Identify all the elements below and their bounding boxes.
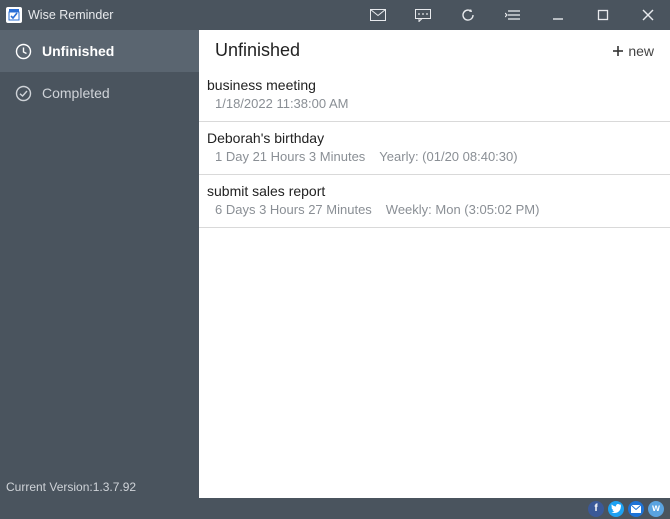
app-icon (6, 7, 22, 23)
mail-icon[interactable] (355, 0, 400, 30)
twitter-icon[interactable] (608, 501, 624, 517)
task-detail: 1/18/2022 11:38:00 AM (207, 96, 654, 111)
new-button-label: new (628, 43, 654, 59)
task-detail: 1 Day 21 Hours 3 MinutesYearly: (01/20 0… (207, 149, 654, 164)
clock-icon (14, 43, 32, 60)
check-circle-icon (14, 85, 32, 102)
wise-icon[interactable]: w (648, 501, 664, 517)
task-title: Deborah's birthday (207, 130, 654, 146)
task-row[interactable]: business meeting 1/18/2022 11:38:00 AM (199, 69, 670, 122)
task-list: business meeting 1/18/2022 11:38:00 AM D… (199, 69, 670, 498)
menu-icon[interactable] (490, 0, 535, 30)
maximize-button[interactable] (580, 0, 625, 30)
sidebar-item-completed[interactable]: Completed (0, 72, 199, 114)
sidebar-item-label: Completed (42, 85, 110, 101)
sidebar-item-label: Unfinished (42, 43, 114, 59)
app-title: Wise Reminder (28, 8, 113, 22)
new-button[interactable]: new (612, 43, 654, 59)
refresh-icon[interactable] (445, 0, 490, 30)
sidebar-item-unfinished[interactable]: Unfinished (0, 30, 199, 72)
footer: f w (0, 498, 670, 519)
email-icon[interactable] (628, 501, 644, 517)
titlebar: Wise Reminder (0, 0, 670, 30)
task-title: submit sales report (207, 183, 654, 199)
task-row[interactable]: Deborah's birthday 1 Day 21 Hours 3 Minu… (199, 122, 670, 175)
sidebar: Unfinished Completed Current Version:1.3… (0, 30, 199, 498)
main-panel: Unfinished new business meeting 1/18/202… (199, 30, 670, 498)
task-row[interactable]: submit sales report 6 Days 3 Hours 27 Mi… (199, 175, 670, 228)
feedback-icon[interactable] (400, 0, 445, 30)
task-detail: 6 Days 3 Hours 27 MinutesWeekly: Mon (3:… (207, 202, 654, 217)
minimize-button[interactable] (535, 0, 580, 30)
task-title: business meeting (207, 77, 654, 93)
facebook-icon[interactable]: f (588, 501, 604, 517)
plus-icon (612, 45, 624, 57)
close-button[interactable] (625, 0, 670, 30)
page-title: Unfinished (215, 40, 300, 61)
version-text: Current Version:1.3.7.92 (0, 476, 199, 498)
